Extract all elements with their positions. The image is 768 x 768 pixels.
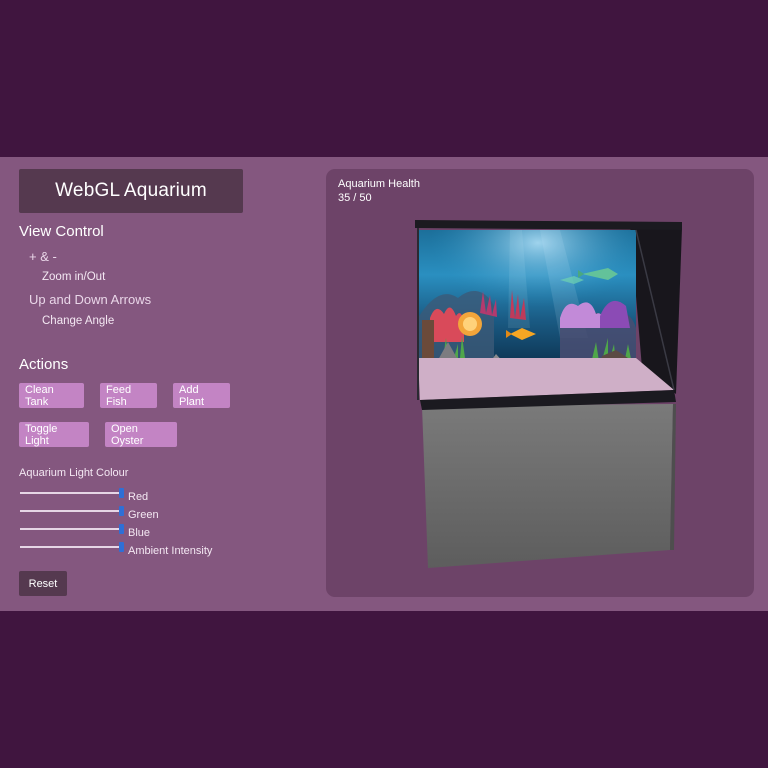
reset-button[interactable]: Reset bbox=[19, 571, 67, 596]
stand-front bbox=[422, 404, 673, 568]
open-oyster-button[interactable]: Open Oyster bbox=[105, 422, 177, 447]
red-slider-track bbox=[20, 492, 120, 494]
health-value: 35 / 50 bbox=[338, 192, 372, 204]
blue-slider-label: Blue bbox=[128, 527, 151, 539]
ambient-intensity-label: Ambient Intensity bbox=[128, 545, 213, 557]
actions-heading: Actions bbox=[19, 356, 69, 373]
app-title: WebGL Aquarium bbox=[19, 169, 243, 213]
health-label: Aquarium Health bbox=[338, 178, 420, 190]
add-plant-button[interactable]: Add Plant bbox=[173, 383, 230, 408]
blue-slider[interactable] bbox=[20, 524, 124, 534]
green-slider-thumb[interactable] bbox=[119, 506, 124, 516]
angle-description: Change Angle bbox=[42, 315, 115, 327]
green-slider-label: Green bbox=[128, 509, 159, 521]
angle-keys-label: Up and Down Arrows bbox=[29, 292, 152, 307]
feed-fish-button[interactable]: Feed Fish bbox=[100, 383, 157, 408]
light-colour-heading: Aquarium Light Colour bbox=[19, 467, 129, 479]
zoom-description: Zoom in/Out bbox=[42, 271, 106, 283]
blue-slider-thumb[interactable] bbox=[119, 524, 124, 534]
toggle-light-button[interactable]: Toggle Light bbox=[19, 422, 89, 447]
green-slider-track bbox=[20, 510, 120, 512]
tank-top-rim bbox=[415, 220, 682, 230]
ambient-slider-thumb[interactable] bbox=[119, 542, 124, 552]
red-slider[interactable] bbox=[20, 488, 124, 498]
zoom-keys-label: + & - bbox=[29, 249, 57, 264]
view-control-heading: View Control bbox=[19, 223, 104, 240]
wood-log bbox=[422, 320, 434, 364]
clean-tank-button[interactable]: Clean Tank bbox=[19, 383, 84, 408]
ambient-intensity-slider[interactable] bbox=[20, 542, 124, 552]
blue-slider-track bbox=[20, 528, 120, 530]
red-slider-thumb[interactable] bbox=[119, 488, 124, 498]
ambient-slider-track bbox=[20, 546, 120, 548]
green-slider[interactable] bbox=[20, 506, 124, 516]
red-slider-label: Red bbox=[128, 491, 149, 503]
aquarium-3d-scene[interactable] bbox=[410, 218, 686, 570]
